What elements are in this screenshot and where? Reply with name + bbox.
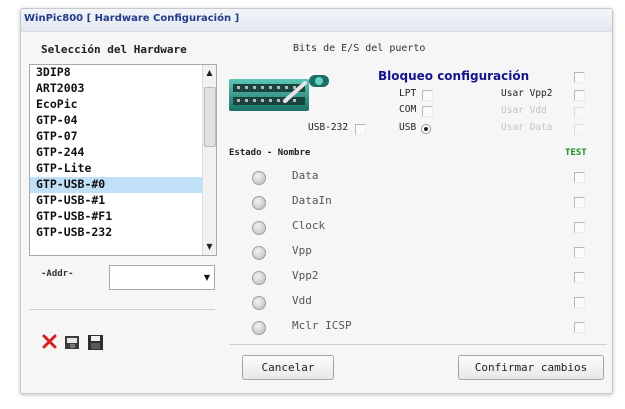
lock-config-title: Bloqueo configuración [378, 69, 530, 83]
red-x-icon [42, 334, 57, 349]
hardware-list-item[interactable]: GTP-USB-#0 [30, 177, 216, 193]
usb-label: USB [399, 122, 417, 133]
hardware-list-item[interactable]: GTP-USB-#1 [30, 193, 216, 209]
zif-socket-icon [229, 75, 329, 111]
addr-combobox[interactable]: ▼ [109, 265, 215, 290]
usb-radio[interactable] [421, 124, 431, 134]
hardware-list-item[interactable]: ART2003 [30, 81, 216, 97]
right-separator [229, 344, 607, 345]
scroll-down-icon[interactable]: ▼ [203, 241, 216, 253]
option-checkbox [574, 107, 585, 118]
hardware-list-item[interactable]: GTP-07 [30, 129, 216, 145]
signal-test-checkbox[interactable] [574, 297, 585, 308]
hardware-list-item[interactable]: GTP-Lite [30, 161, 216, 177]
signal-name: Vpp2 [292, 269, 319, 282]
signal-test-checkbox[interactable] [574, 247, 585, 258]
signal-test-checkbox[interactable] [574, 222, 585, 233]
signal-test-checkbox[interactable] [574, 172, 585, 183]
signal-test-checkbox[interactable] [574, 322, 585, 333]
signal-status-led-icon [252, 246, 266, 260]
hardware-list-item[interactable]: 3DIP8 [30, 65, 216, 81]
com-checkbox[interactable] [422, 106, 433, 117]
signal-name: Mclr ICSP [292, 319, 352, 332]
signal-status-led-icon [252, 196, 266, 210]
usb232-checkbox[interactable] [355, 124, 366, 135]
test-header: TEST [565, 148, 587, 158]
confirm-changes-button[interactable]: Confirmar cambios [458, 355, 604, 380]
list-scrollbar[interactable]: ▲ ▼ [202, 65, 216, 255]
signal-name: Clock [292, 219, 326, 232]
title-bar: WinPic800 [ Hardware Configuración ] [21, 9, 612, 32]
signal-status-led-icon [252, 171, 266, 185]
hardware-list-item[interactable]: GTP-04 [30, 113, 216, 129]
hardware-list-item[interactable]: EcoPic [30, 97, 216, 113]
open-button[interactable] [64, 334, 81, 351]
port-bits-title: Bits de E/S del puerto [293, 43, 426, 54]
usb232-label: USB-232 [308, 122, 349, 133]
window-title: WinPic800 [ Hardware Configuración ] [24, 13, 240, 24]
scroll-thumb[interactable] [204, 87, 216, 147]
signal-test-checkbox[interactable] [574, 197, 585, 208]
programmer-image [225, 71, 337, 117]
hardware-list-item[interactable]: GTP-USB-#F1 [30, 209, 216, 225]
option-checkbox[interactable] [574, 90, 585, 101]
addr-label: -Addr- [41, 269, 74, 279]
save-button[interactable] [87, 334, 104, 351]
signal-test-checkbox[interactable] [574, 272, 585, 283]
hardware-listbox[interactable]: 3DIP8 ART2003 EcoPic GTP-04 GTP-07 GTP-244 GTP… [29, 64, 217, 256]
signal-name: Data [292, 169, 319, 182]
lock-config-checkbox[interactable] [574, 72, 585, 83]
hardware-config-window: WinPic800 [ Hardware Configuración ] Sel… [20, 8, 613, 394]
cancel-button[interactable]: Cancelar [242, 355, 334, 380]
com-label: COM [399, 104, 417, 115]
scroll-up-icon[interactable]: ▲ [203, 67, 216, 79]
signal-status-led-icon [252, 296, 266, 310]
lpt-label: LPT [399, 88, 417, 99]
signal-name: DataIn [292, 194, 332, 207]
addr-dropdown-icon[interactable]: ▼ [200, 266, 214, 289]
option-label: Usar Vdd [501, 105, 547, 116]
hardware-list-item[interactable]: GTP-USB-232 [30, 225, 216, 241]
option-checkbox [574, 124, 585, 135]
signal-name: Vdd [292, 294, 312, 307]
hardware-section-title: Selección del Hardware [41, 43, 187, 56]
save-icon [88, 335, 103, 350]
signal-status-led-icon [252, 271, 266, 285]
option-label: Usar Data [501, 122, 553, 133]
open-icon [65, 336, 79, 349]
delete-button[interactable] [41, 333, 58, 350]
signal-header: Estado - Nombre [229, 148, 311, 158]
lpt-checkbox[interactable] [422, 90, 433, 101]
signal-name: Vpp [292, 244, 312, 257]
signal-status-led-icon [252, 321, 266, 335]
hardware-list: 3DIP8 ART2003 EcoPic GTP-04 GTP-07 GTP-244 GTP… [30, 65, 216, 241]
signal-status-led-icon [252, 221, 266, 235]
option-label: Usar Vpp2 [501, 88, 553, 99]
hardware-list-item[interactable]: GTP-244 [30, 145, 216, 161]
left-separator [29, 309, 215, 310]
